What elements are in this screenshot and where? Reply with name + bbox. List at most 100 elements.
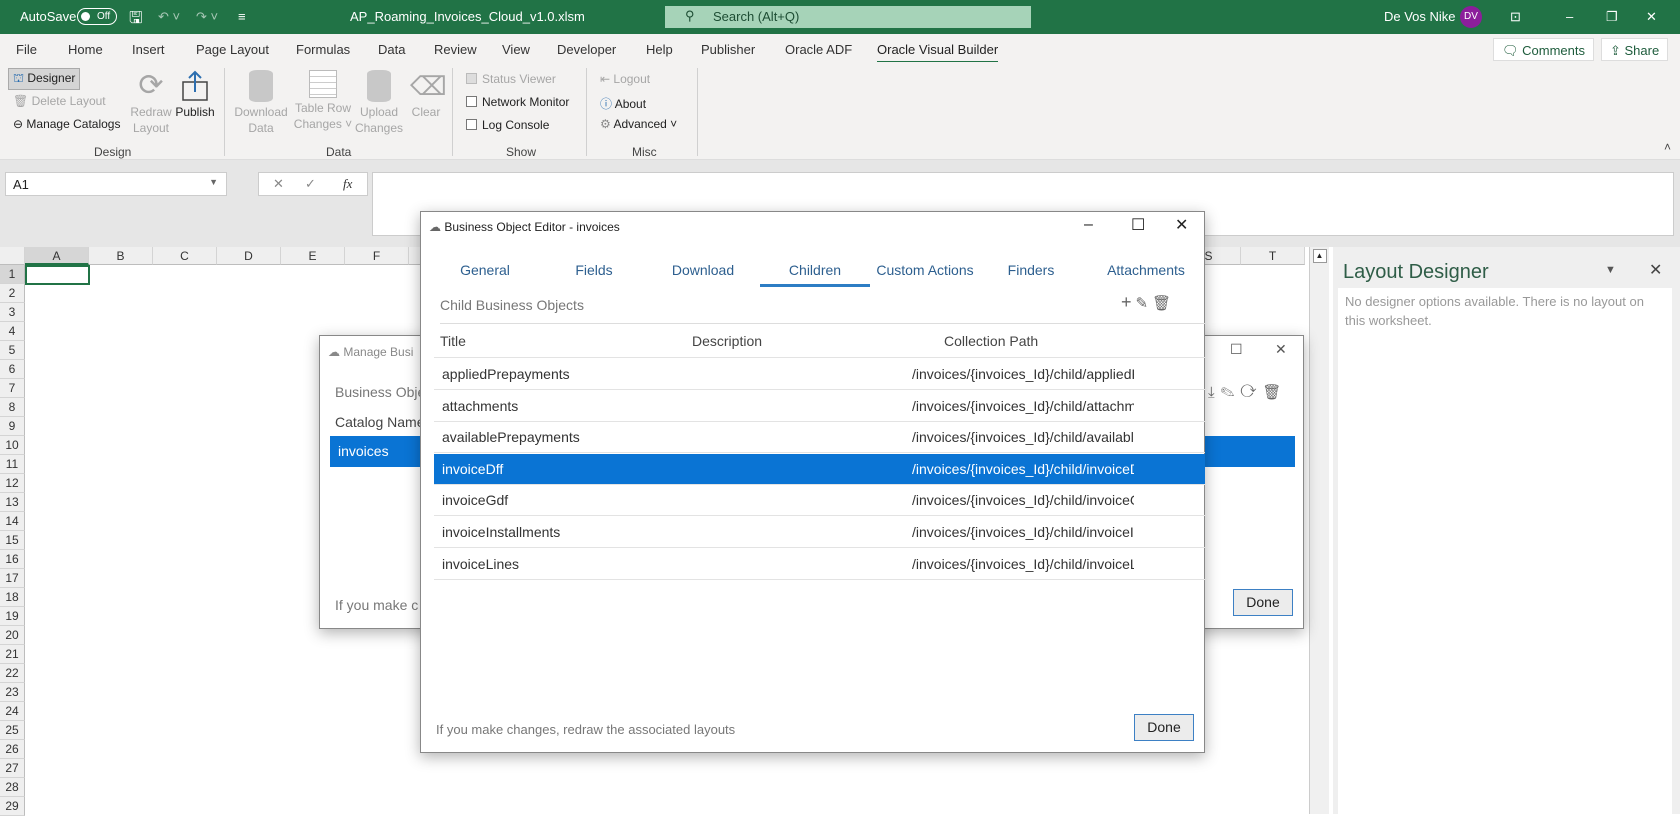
row-header-16[interactable]: 16 xyxy=(0,550,25,569)
chevron-down-icon[interactable]: ▼ xyxy=(209,177,218,187)
close-icon[interactable]: ✕ xyxy=(1275,341,1287,358)
undo-icon[interactable]: ↶ ˅ xyxy=(158,9,180,25)
manage-catalogs-button[interactable]: ⊖ Manage Catalogs xyxy=(13,117,120,131)
table-row[interactable]: invoiceLines/invoices/{invoices_Id}/chil… xyxy=(434,549,1205,580)
delete-layout-button[interactable]: 🗑 Delete Layout xyxy=(13,94,106,108)
tab-general[interactable]: General xyxy=(435,262,535,278)
header-title[interactable]: Title xyxy=(440,326,466,356)
column-header-E[interactable]: E xyxy=(281,247,345,265)
pane-close-icon[interactable]: ✕ xyxy=(1649,260,1662,280)
row-header-29[interactable]: 29 xyxy=(0,797,25,816)
column-header-T[interactable]: T xyxy=(1241,247,1305,265)
row-header-27[interactable]: 27 xyxy=(0,759,25,778)
avatar[interactable]: DV xyxy=(1460,6,1482,28)
file-name[interactable]: AP_Roaming_Invoices_Cloud_v1.0.xlsm xyxy=(350,9,585,24)
tab-page-layout[interactable]: Page Layout xyxy=(196,42,269,57)
tab-insert[interactable]: Insert xyxy=(132,42,165,57)
tab-download[interactable]: Download xyxy=(653,262,753,278)
tab-help[interactable]: Help xyxy=(646,42,673,57)
row-header-1[interactable]: 1 xyxy=(0,265,25,284)
row-header-4[interactable]: 4 xyxy=(0,322,25,341)
row-header-24[interactable]: 24 xyxy=(0,702,25,721)
network-monitor-checkbox[interactable]: Network Monitor xyxy=(466,95,569,109)
tab-fields[interactable]: Fields xyxy=(544,262,644,278)
tab-home[interactable]: Home xyxy=(68,42,103,57)
row-header-21[interactable]: 21 xyxy=(0,645,25,664)
header-description[interactable]: Description xyxy=(692,326,762,356)
table-row[interactable]: invoiceGdf/invoices/{invoices_Id}/child/… xyxy=(434,485,1205,517)
autosave-toggle[interactable]: Off xyxy=(77,8,117,25)
log-console-checkbox[interactable]: Log Console xyxy=(466,118,549,132)
logout-button[interactable]: ⇤ Logout xyxy=(600,72,650,86)
table-row[interactable]: invoiceInstallments/invoices/{invoices_I… xyxy=(434,517,1205,548)
column-header-B[interactable]: B xyxy=(89,247,153,265)
add-icon[interactable]: + xyxy=(1121,292,1136,312)
vertical-scrollbar[interactable]: ▲ xyxy=(1309,247,1329,814)
insert-function-icon[interactable]: fx xyxy=(343,176,352,192)
download-icon[interactable]: ⤓ xyxy=(1208,384,1221,401)
row-header-3[interactable]: 3 xyxy=(0,303,25,322)
scroll-up-icon[interactable]: ▲ xyxy=(1312,249,1327,263)
upload-changes-button[interactable]: Upload Changes xyxy=(352,70,406,136)
done-button[interactable]: Done xyxy=(1233,589,1293,616)
row-header-18[interactable]: 18 xyxy=(0,588,25,607)
row-header-20[interactable]: 20 xyxy=(0,626,25,645)
tab-publisher[interactable]: Publisher xyxy=(701,42,755,57)
tab-formulas[interactable]: Formulas xyxy=(296,42,350,57)
row-header-25[interactable]: 25 xyxy=(0,721,25,740)
table-row[interactable]: appliedPrepayments/invoices/{invoices_Id… xyxy=(434,359,1205,390)
publish-button[interactable]: Publish xyxy=(172,70,218,120)
row-header-12[interactable]: 12 xyxy=(0,474,25,493)
about-button[interactable]: ⓘ About xyxy=(600,95,646,112)
tab-attachments[interactable]: Attachments xyxy=(1091,262,1201,278)
close-icon[interactable]: ✕ xyxy=(1646,9,1657,25)
row-header-5[interactable]: 5 xyxy=(0,341,25,360)
restore-icon[interactable]: ❐ xyxy=(1606,9,1618,25)
table-row[interactable]: attachments/invoices/{invoices_Id}/child… xyxy=(434,391,1205,422)
search-box[interactable]: ⚲ Search (Alt+Q) xyxy=(665,6,1031,28)
download-data-button[interactable]: Download Data xyxy=(232,70,290,136)
redraw-layout-button[interactable]: ⟳ Redraw Layout xyxy=(128,70,174,136)
table-row[interactable]: invoiceDff/invoices/{invoices_Id}/child/… xyxy=(434,453,1205,485)
row-header-17[interactable]: 17 xyxy=(0,569,25,588)
tab-review[interactable]: Review xyxy=(434,42,477,57)
save-icon[interactable]: 🖫 xyxy=(129,7,143,34)
advanced-menu[interactable]: ⚙ Advanced ˅ xyxy=(600,117,677,131)
tab-file[interactable]: File xyxy=(16,42,37,57)
redo-icon[interactable]: ↷ ˅ xyxy=(196,9,218,25)
row-header-26[interactable]: 26 xyxy=(0,740,25,759)
share-button[interactable]: ⇪ Share xyxy=(1601,38,1669,61)
collapse-ribbon-icon[interactable]: ˄ xyxy=(1664,140,1671,154)
select-all-corner[interactable] xyxy=(0,247,25,265)
row-header-14[interactable]: 14 xyxy=(0,512,25,531)
row-header-9[interactable]: 9 xyxy=(0,417,25,436)
refresh-icon[interactable]: ⟳ xyxy=(1240,384,1262,401)
row-header-11[interactable]: 11 xyxy=(0,455,25,474)
tab-children[interactable]: Children xyxy=(760,262,870,287)
row-header-23[interactable]: 23 xyxy=(0,683,25,702)
minimize-icon[interactable]: – xyxy=(1084,216,1093,234)
edit-icon[interactable]: ✎ xyxy=(1136,295,1153,312)
trash-icon[interactable]: 🗑 xyxy=(1262,384,1287,401)
row-header-15[interactable]: 15 xyxy=(0,531,25,550)
designer-button[interactable]: ⛫ Designer xyxy=(8,68,81,90)
header-collection-path[interactable]: Collection Path xyxy=(944,326,1038,356)
tab-view[interactable]: View xyxy=(502,42,530,57)
tab-oracle-visual-builder[interactable]: Oracle Visual Builder xyxy=(877,42,999,64)
row-header-8[interactable]: 8 xyxy=(0,398,25,417)
trash-icon[interactable]: 🗑 xyxy=(1152,295,1175,312)
active-cell[interactable] xyxy=(25,265,90,285)
row-header-28[interactable]: 28 xyxy=(0,778,25,797)
column-header-A[interactable]: A xyxy=(25,247,89,265)
row-header-10[interactable]: 10 xyxy=(0,436,25,455)
customize-icon[interactable]: ≡ xyxy=(238,9,246,24)
enter-icon[interactable]: ✓ xyxy=(305,176,316,192)
tab-oracle-adf[interactable]: Oracle ADF xyxy=(785,42,852,57)
status-viewer-checkbox[interactable]: Status Viewer xyxy=(466,72,556,86)
table-row[interactable]: availablePrepayments/invoices/{invoices_… xyxy=(434,422,1205,454)
ribbon-display-icon[interactable]: ⊡ xyxy=(1510,9,1521,25)
maximize-icon[interactable]: ☐ xyxy=(1230,341,1243,358)
clear-button[interactable]: ⌫ Clear xyxy=(406,70,447,120)
tab-custom-actions[interactable]: Custom Actions xyxy=(870,262,980,278)
cancel-icon[interactable]: ✕ xyxy=(273,176,284,192)
